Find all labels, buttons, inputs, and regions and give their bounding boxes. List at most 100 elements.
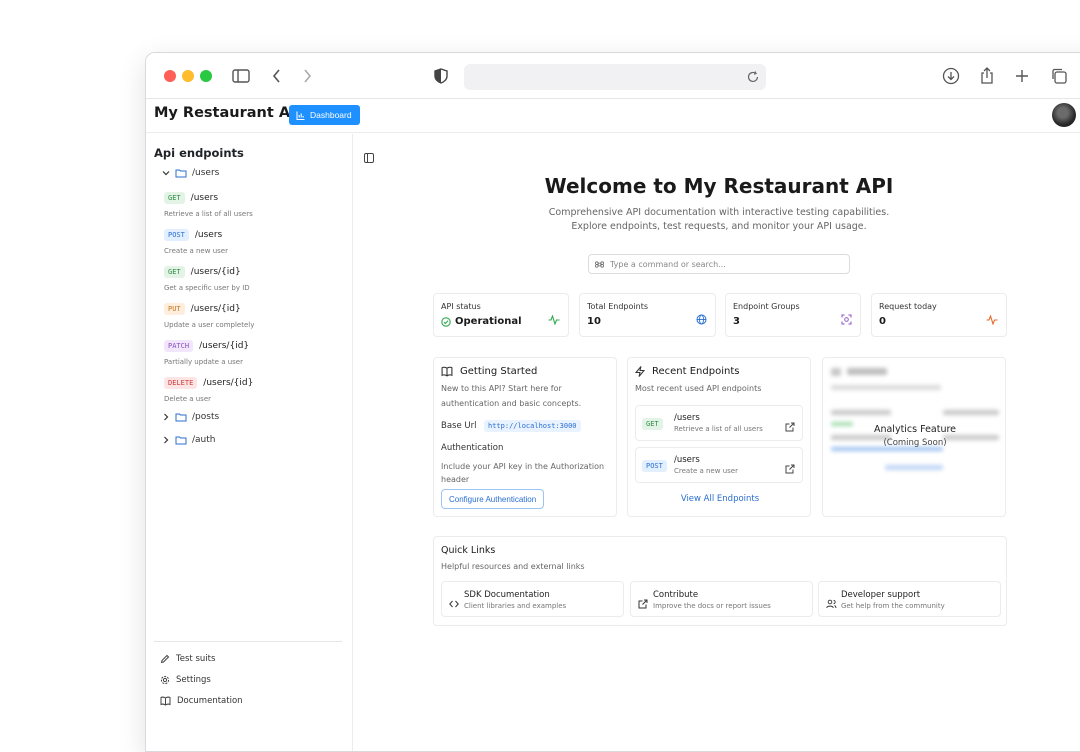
card-text: Most recent used API endpoints — [635, 384, 762, 393]
back-icon[interactable] — [272, 66, 282, 86]
code-icon — [449, 594, 459, 613]
dashboard-button[interactable]: Dashboard — [289, 105, 360, 125]
external-link-icon[interactable] — [785, 459, 795, 478]
recent-endpoints-card: Recent Endpoints Most recent used API en… — [627, 357, 811, 517]
users-icon — [826, 594, 837, 613]
sidebar-footer-test-suits[interactable]: Test suits — [160, 654, 215, 664]
download-icon[interactable] — [942, 66, 960, 86]
new-tab-icon[interactable] — [1015, 66, 1029, 86]
group-posts[interactable]: /posts — [162, 412, 219, 422]
bar-chart-icon — [296, 111, 305, 120]
chevron-down-icon — [162, 171, 170, 176]
method-badge: GET — [642, 418, 663, 430]
command-placeholder: Type a command or search... — [610, 259, 726, 269]
browser-window: My Restaurant API Dashboard Api endpoint… — [145, 52, 1080, 752]
scan-icon — [841, 310, 852, 329]
endpoint-item[interactable]: GET/users Retrieve a list of all users — [164, 192, 253, 218]
quick-link-desc: Client libraries and examples — [464, 602, 567, 610]
endpoint-desc: Update a user completely — [164, 321, 255, 329]
footer-label: Settings — [176, 675, 211, 685]
quick-link-desc: Get help from the community — [841, 602, 945, 610]
analytics-card: Analytics Feature (Coming Soon) — [822, 357, 1006, 517]
panel-toggle-icon[interactable] — [364, 148, 374, 167]
book-icon — [160, 696, 171, 706]
endpoint-path: /users — [674, 413, 700, 423]
view-all-endpoints-link[interactable]: View All Endpoints — [628, 494, 812, 504]
base-url-label: Base Url — [441, 421, 477, 431]
globe-icon — [696, 310, 707, 329]
endpoint-desc: Create a new user — [674, 467, 738, 475]
recent-endpoint-item[interactable]: POST /users Create a new user — [635, 447, 803, 483]
footer-label: Documentation — [177, 696, 243, 706]
method-badge: POST — [164, 229, 189, 241]
endpoint-desc: Create a new user — [164, 247, 228, 255]
method-badge: GET — [164, 192, 185, 204]
close-window-button[interactable] — [164, 70, 176, 82]
sidebar-divider — [154, 641, 342, 642]
folder-icon — [175, 436, 187, 445]
reload-icon[interactable] — [746, 69, 760, 88]
external-link-icon[interactable] — [785, 417, 795, 436]
method-badge: PUT — [164, 303, 185, 315]
endpoint-desc: Retrieve a list of all users — [674, 425, 763, 433]
external-link-icon — [638, 594, 648, 613]
command-search-input[interactable]: Type a command or search... — [588, 254, 850, 274]
maximize-window-button[interactable] — [200, 70, 212, 82]
endpoint-desc: Retrieve a list of all users — [164, 210, 253, 218]
quick-link-title: Developer support — [841, 590, 921, 600]
quick-link-contribute[interactable]: Contribute Improve the docs or report is… — [630, 581, 813, 617]
method-badge: PATCH — [164, 340, 194, 352]
endpoint-item[interactable]: PUT/users/{id} Update a user completely — [164, 303, 254, 329]
group-label: /posts — [192, 412, 220, 422]
sidebar-toggle-icon[interactable] — [232, 66, 250, 86]
page-subtitle-line2: Explore endpoints, test requests, and mo… — [571, 221, 867, 232]
sidebar-title: Api endpoints — [154, 146, 244, 160]
stat-label: Total Endpoints — [587, 302, 648, 311]
endpoint-item[interactable]: GET/users/{id} Get a specific user by ID — [164, 266, 250, 292]
quick-link-desc: Improve the docs or report issues — [653, 602, 771, 610]
tabs-overview-icon[interactable] — [1050, 66, 1068, 86]
analytics-subtitle: (Coming Soon) — [883, 438, 947, 448]
method-badge: DELETE — [164, 377, 198, 389]
endpoint-path: /users/{id} — [203, 378, 254, 388]
book-icon — [441, 366, 453, 377]
minimize-window-button[interactable] — [182, 70, 194, 82]
browser-toolbar — [146, 53, 1080, 99]
app-title: My Restaurant API — [154, 105, 307, 121]
endpoint-item[interactable]: PATCH/users/{id} Partially update a user — [164, 340, 249, 366]
pencil-icon — [160, 654, 170, 664]
sidebar-footer-settings[interactable]: Settings — [160, 675, 211, 685]
endpoint-path: /users/{id} — [199, 341, 250, 351]
card-text: New to this API? Start here for — [441, 384, 562, 393]
quick-link-title: Contribute — [653, 590, 699, 600]
stat-request-today: Request today 0 — [871, 293, 1007, 337]
sidebar: Api endpoints /users GET/users Retrieve … — [146, 134, 353, 751]
main-content: Welcome to My Restaurant API Comprehensi… — [354, 134, 1080, 751]
sidebar-footer-documentation[interactable]: Documentation — [160, 696, 243, 706]
group-users[interactable]: /users — [162, 168, 219, 178]
group-auth[interactable]: /auth — [162, 435, 215, 445]
stat-label: API status — [441, 302, 481, 311]
address-bar[interactable] — [464, 64, 766, 90]
configure-auth-button[interactable]: Configure Authentication — [441, 489, 545, 509]
quick-link-support[interactable]: Developer support Get help from the comm… — [818, 581, 1001, 617]
endpoint-item[interactable]: POST/users Create a new user — [164, 229, 228, 255]
footer-label: Test suits — [176, 654, 216, 664]
card-text: Helpful resources and external links — [441, 562, 585, 571]
stat-label: Request today — [879, 302, 937, 311]
quick-link-sdk[interactable]: SDK Documentation Client libraries and e… — [441, 581, 624, 617]
card-title: Recent Endpoints — [652, 366, 740, 377]
endpoint-item[interactable]: DELETE/users/{id} Delete a user — [164, 377, 253, 403]
gear-icon — [160, 675, 170, 685]
share-icon[interactable] — [979, 66, 995, 86]
card-text: authentication and basic concepts. — [441, 399, 582, 408]
stat-endpoint-groups: Endpoint Groups 3 — [725, 293, 861, 337]
forward-icon[interactable] — [302, 66, 312, 86]
avatar[interactable] — [1052, 103, 1076, 127]
zap-icon — [635, 366, 645, 377]
group-label: /auth — [192, 435, 216, 445]
shield-icon[interactable] — [434, 66, 448, 86]
method-badge: POST — [642, 460, 667, 472]
stat-label: Endpoint Groups — [733, 302, 800, 311]
recent-endpoint-item[interactable]: GET /users Retrieve a list of all users — [635, 405, 803, 441]
